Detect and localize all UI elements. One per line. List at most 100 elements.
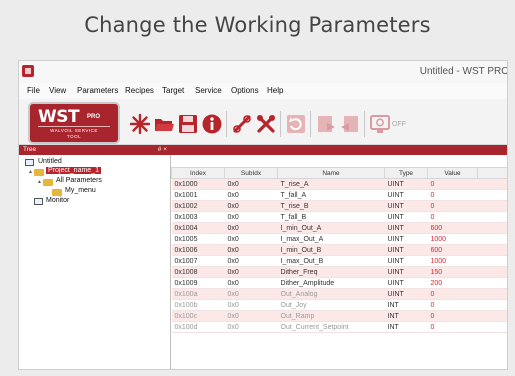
- open-icon[interactable]: [153, 113, 175, 135]
- logo-subtitle-2: TOOL: [66, 134, 82, 139]
- tree-header: Tree # ×: [19, 145, 171, 155]
- cell-value[interactable]: 0: [427, 310, 478, 322]
- cell-value[interactable]: 600: [427, 244, 478, 256]
- save-icon[interactable]: [177, 113, 199, 135]
- cell-value[interactable]: 0: [427, 200, 478, 212]
- app-window: Untitled - WST PRO File View Parameters …: [18, 60, 508, 370]
- cell-empty: [477, 310, 507, 322]
- tree-pin-close-buttons[interactable]: # ×: [158, 146, 167, 153]
- table-row[interactable]: 0x1005 0x0 I_max_Out_A UINT 1000: [171, 233, 507, 245]
- cell-type: UINT: [384, 255, 428, 267]
- cell-empty: [477, 266, 507, 278]
- table-row[interactable]: 0x1008 0x0 Dither_Freq UINT 150: [171, 266, 507, 278]
- tools-icon[interactable]: [255, 113, 277, 135]
- table-row[interactable]: 0x1000 0x0 T_rise_A UINT 0: [171, 178, 507, 190]
- menu-help[interactable]: Help: [267, 86, 283, 95]
- table-row[interactable]: 0x100a 0x0 Out_Analog UINT 0: [171, 288, 507, 300]
- menu-view[interactable]: View: [49, 86, 66, 95]
- folder-icon: [52, 189, 62, 196]
- table-row[interactable]: 0x1006 0x0 I_min_Out_B UINT 600: [171, 244, 507, 256]
- connect-icon[interactable]: [231, 113, 253, 135]
- table-row[interactable]: 0x1002 0x0 T_rise_B UINT 0: [171, 200, 507, 212]
- cell-index: 0x100c: [171, 310, 225, 322]
- cell-value[interactable]: 150: [427, 266, 478, 278]
- cell-type: UINT: [384, 266, 428, 278]
- cell-value[interactable]: 600: [427, 222, 478, 234]
- upload-icon[interactable]: [339, 113, 361, 135]
- menu-options[interactable]: Options: [231, 86, 259, 95]
- refresh-icon[interactable]: [285, 113, 307, 135]
- cell-subidx: 0x0: [224, 321, 278, 333]
- cell-type: UINT: [384, 222, 428, 234]
- toolbar-separator: [280, 111, 281, 137]
- column-header-value[interactable]: Value: [427, 167, 478, 179]
- cell-index: 0x1002: [171, 200, 225, 212]
- logo-pro-text: PRO: [87, 114, 101, 120]
- column-header-index[interactable]: Index: [171, 167, 225, 179]
- menu-service[interactable]: Service: [195, 86, 222, 95]
- monitor-off-icon[interactable]: [369, 113, 391, 135]
- table-row[interactable]: 0x1007 0x0 I_max_Out_B UINT 1000: [171, 255, 507, 267]
- table-row[interactable]: 0x1004 0x0 I_min_Out_A UINT 600: [171, 222, 507, 234]
- table-row[interactable]: 0x1009 0x0 Dither_Amplitude UINT 200: [171, 277, 507, 289]
- table-header-row: Index SubIdx Name Type Value: [171, 167, 507, 179]
- table-row[interactable]: 0x100b 0x0 Out_Joy INT 0: [171, 299, 507, 311]
- menu-file[interactable]: File: [27, 86, 40, 95]
- cell-type: UINT: [384, 189, 428, 201]
- cell-index: 0x1005: [171, 233, 225, 245]
- cell-name: Dither_Freq: [277, 266, 385, 278]
- cell-value[interactable]: 1000: [427, 233, 478, 245]
- cell-value[interactable]: 0: [427, 189, 478, 201]
- cell-value[interactable]: 0: [427, 178, 478, 190]
- column-header-subidx[interactable]: SubIdx: [224, 167, 278, 179]
- new-icon[interactable]: [129, 113, 151, 135]
- folder-icon: [43, 179, 53, 186]
- column-header-name[interactable]: Name: [277, 167, 385, 179]
- tree-node-monitor[interactable]: Monitor: [46, 197, 69, 204]
- table-row[interactable]: 0x1001 0x0 T_fall_A UINT 0: [171, 189, 507, 201]
- screenshot-root: Change the Working Parameters Untitled -…: [0, 0, 515, 376]
- cell-value[interactable]: 0: [427, 299, 478, 311]
- cell-empty: [477, 277, 507, 289]
- download-icon[interactable]: [315, 113, 337, 135]
- cell-subidx: 0x0: [224, 288, 278, 300]
- tree-node-untitled[interactable]: Untitled: [38, 158, 62, 165]
- cell-empty: [477, 200, 507, 212]
- logo-divider: [38, 126, 110, 127]
- tree-panel: Tree # × Untitled ▲ Project_name_1 ▲ All…: [19, 145, 171, 369]
- table-header-bar: [171, 145, 507, 155]
- menu-target[interactable]: Target: [162, 86, 184, 95]
- menu-recipes[interactable]: Recipes: [125, 86, 154, 95]
- toolbar-separator: [226, 111, 227, 137]
- cell-value[interactable]: 0: [427, 321, 478, 333]
- table-row[interactable]: 0x100c 0x0 Out_Ramp INT 0: [171, 310, 507, 322]
- collapse-arrow-icon[interactable]: ▲: [28, 169, 33, 175]
- collapse-arrow-icon[interactable]: ▲: [37, 179, 42, 185]
- cell-value[interactable]: 0: [427, 211, 478, 223]
- window-title: Untitled - WST PRO: [419, 66, 508, 77]
- app-icon[interactable]: [22, 65, 34, 77]
- tree-node-all-parameters[interactable]: All Parameters: [56, 177, 102, 184]
- cell-subidx: 0x0: [224, 255, 278, 267]
- cell-value[interactable]: 1000: [427, 255, 478, 267]
- table-row[interactable]: 0x1003 0x0 T_fall_B UINT 0: [171, 211, 507, 223]
- cell-index: 0x100a: [171, 288, 225, 300]
- column-header-type[interactable]: Type: [384, 167, 428, 179]
- cell-type: UINT: [384, 200, 428, 212]
- tree-node-my-menu[interactable]: My_menu: [65, 187, 96, 194]
- menu-parameters[interactable]: Parameters: [77, 86, 118, 95]
- cell-subidx: 0x0: [224, 233, 278, 245]
- tree-node-project[interactable]: Project_name_1: [46, 167, 101, 174]
- cell-subidx: 0x0: [224, 200, 278, 212]
- tree-header-label: Tree: [23, 146, 37, 153]
- folder-icon: [34, 169, 44, 176]
- cell-empty: [477, 244, 507, 256]
- info-icon[interactable]: [201, 113, 223, 135]
- cell-value[interactable]: 0: [427, 288, 478, 300]
- cell-index: 0x1000: [171, 178, 225, 190]
- cell-empty: [477, 211, 507, 223]
- cell-name: Out_Ramp: [277, 310, 385, 322]
- cell-subidx: 0x0: [224, 211, 278, 223]
- cell-value[interactable]: 200: [427, 277, 478, 289]
- table-row[interactable]: 0x100d 0x0 Out_Current_Setpoint INT 0: [171, 321, 507, 333]
